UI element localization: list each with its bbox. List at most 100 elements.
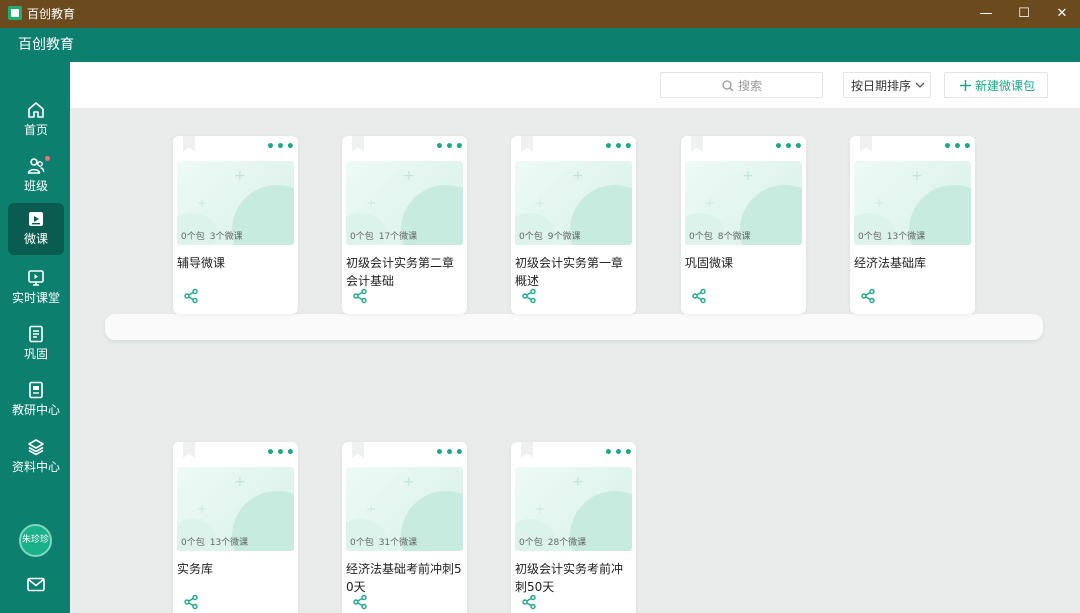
- lesson-count: 13个微课: [209, 538, 249, 548]
- card-cover: + +0个包 13个微课: [854, 161, 971, 245]
- cover-plus-icon: +: [535, 502, 546, 516]
- more-icon[interactable]: •••: [604, 446, 633, 462]
- card-cover: + +0个包 13个微课: [177, 467, 294, 551]
- sidebar-item-label: 实时课堂: [11, 291, 60, 305]
- share-icon[interactable]: [183, 288, 199, 304]
- microclass-card[interactable]: ••• + +0个包 13个微课 经济法基础库: [850, 136, 975, 314]
- cover-plus-icon: +: [234, 168, 246, 184]
- window-titlebar: 百创教育 — ☐ ✕: [0, 0, 1080, 28]
- microclass-card[interactable]: ••• + +0个包 31个微课经济法基础考前冲刺50天: [342, 442, 467, 613]
- sidebar-item-home[interactable]: 首页: [8, 94, 64, 146]
- card-cover: + +0个包 17个微课: [346, 161, 463, 245]
- user-avatar[interactable]: 朱珍珍: [19, 524, 52, 557]
- card-stats: 0个包 28个微课: [519, 537, 586, 549]
- share-icon[interactable]: [352, 594, 368, 610]
- share-icon[interactable]: [521, 594, 537, 610]
- sidebar-item-label: 巩固: [23, 347, 48, 361]
- microclass-card[interactable]: ••• + +0个包 3个微课辅导微课: [173, 136, 298, 314]
- more-icon[interactable]: •••: [774, 140, 803, 156]
- package-count: 0个包: [181, 232, 205, 242]
- microclass-card[interactable]: ••• + +0个包 28个微课初级会计实务考前冲刺50天: [511, 442, 636, 613]
- package-count: 0个包: [858, 232, 882, 242]
- more-icon[interactable]: •••: [943, 140, 972, 156]
- share-icon[interactable]: [860, 288, 876, 304]
- sort-dropdown[interactable]: 按日期排序: [843, 72, 931, 98]
- close-button[interactable]: ✕: [1039, 0, 1080, 28]
- bookmark-icon: [521, 136, 533, 152]
- more-icon[interactable]: •••: [435, 140, 464, 156]
- toolbar: 搜索 按日期排序 新建微课包: [70, 62, 1080, 108]
- package-count: 0个包: [519, 232, 543, 242]
- notebook-icon: [29, 325, 43, 343]
- card-stats: 0个包 3个微课: [181, 231, 242, 243]
- lesson-count: 8个微课: [717, 232, 751, 242]
- card-cover: + +0个包 3个微课: [177, 161, 294, 245]
- sidebar-item-microclass[interactable]: 微课: [8, 203, 64, 255]
- package-count: 0个包: [350, 232, 374, 242]
- package-count: 0个包: [181, 538, 205, 548]
- bookmark-icon: [183, 442, 195, 458]
- card-cover: + +0个包 28个微课: [515, 467, 632, 551]
- cover-plus-icon: +: [911, 168, 923, 184]
- shelf: [105, 314, 1043, 340]
- cover-plus-icon: +: [705, 196, 716, 210]
- cover-plus-icon: +: [742, 168, 754, 184]
- research-icon: [29, 381, 43, 399]
- share-icon[interactable]: [691, 288, 707, 304]
- share-icon[interactable]: [183, 594, 199, 610]
- cover-plus-icon: +: [197, 196, 208, 210]
- notification-dot: [45, 156, 50, 161]
- more-icon[interactable]: •••: [435, 446, 464, 462]
- share-icon[interactable]: [352, 288, 368, 304]
- new-button-label: 新建微课包: [975, 79, 1036, 93]
- package-count: 0个包: [689, 232, 713, 242]
- sidebar-item-resource-center[interactable]: 资料中心: [8, 431, 64, 483]
- card-stats: 0个包 8个微课: [689, 231, 750, 243]
- app-header: 百创教育: [0, 28, 1080, 62]
- app-name: 百创教育: [18, 37, 74, 53]
- microclass-icon: [29, 212, 43, 226]
- cover-plus-icon: +: [535, 196, 546, 210]
- bookmark-icon: [521, 442, 533, 458]
- card-title: 辅导微课: [177, 256, 226, 270]
- microclass-card[interactable]: ••• + +0个包 17个微课初级会计实务第二章会计基础: [342, 136, 467, 314]
- mail-icon[interactable]: [27, 577, 45, 592]
- package-count: 0个包: [350, 538, 374, 548]
- microclass-card[interactable]: ••• + +0个包 13个微课 实务库: [173, 442, 298, 613]
- card-title: 经济法基础库: [854, 256, 927, 270]
- more-icon[interactable]: •••: [266, 140, 295, 156]
- card-title: 初级会计实务第二章会计基础: [346, 256, 455, 288]
- sidebar-item-live-class[interactable]: 实时课堂: [8, 262, 64, 314]
- card-title: 实务库: [177, 562, 214, 576]
- cover-plus-icon: +: [366, 502, 377, 516]
- sidebar-item-research-center[interactable]: 教研中心: [8, 374, 64, 426]
- cover-plus-icon: +: [366, 196, 377, 210]
- lesson-count: 3个微课: [209, 232, 243, 242]
- bookmark-icon: [691, 136, 703, 152]
- main-content: 搜索 按日期排序 新建微课包 ••• + +0个包 3个微课 辅导微课 ••• + +0个包 1…: [70, 62, 1080, 613]
- cover-plus-icon: +: [234, 474, 246, 490]
- more-icon[interactable]: •••: [266, 446, 295, 462]
- share-icon[interactable]: [521, 288, 537, 304]
- layers-icon: [28, 439, 44, 456]
- chevron-down-icon: [915, 82, 925, 88]
- card-stats: 0个包 31个微课: [350, 537, 417, 549]
- lesson-count: 13个微课: [886, 232, 926, 242]
- card-stats: 0个包 13个微课: [858, 231, 925, 243]
- sidebar-item-class[interactable]: 班级: [8, 150, 64, 202]
- cover-plus-icon: +: [572, 474, 584, 490]
- card-title: 经济法基础考前冲刺50天: [346, 562, 462, 594]
- new-microclass-package-button[interactable]: 新建微课包: [944, 72, 1048, 98]
- search-input[interactable]: 搜索: [660, 72, 823, 98]
- home-icon: [28, 102, 44, 118]
- more-icon[interactable]: •••: [604, 140, 633, 156]
- sidebar-item-label: 教研中心: [11, 403, 60, 417]
- card-stats: 0个包 9个微课: [519, 231, 580, 243]
- sidebar-item-consolidate[interactable]: 巩固: [8, 318, 64, 370]
- microclass-card[interactable]: ••• + +0个包 8个微课 巩固微课: [681, 136, 806, 314]
- app-logo-icon: [8, 6, 22, 20]
- card-title: 初级会计实务考前冲刺50天: [515, 562, 624, 594]
- microclass-card[interactable]: ••• + +0个包 9个微课 初级会计实务第一章概述: [511, 136, 636, 314]
- lesson-count: 28个微课: [547, 538, 587, 548]
- cover-plus-icon: +: [403, 474, 415, 490]
